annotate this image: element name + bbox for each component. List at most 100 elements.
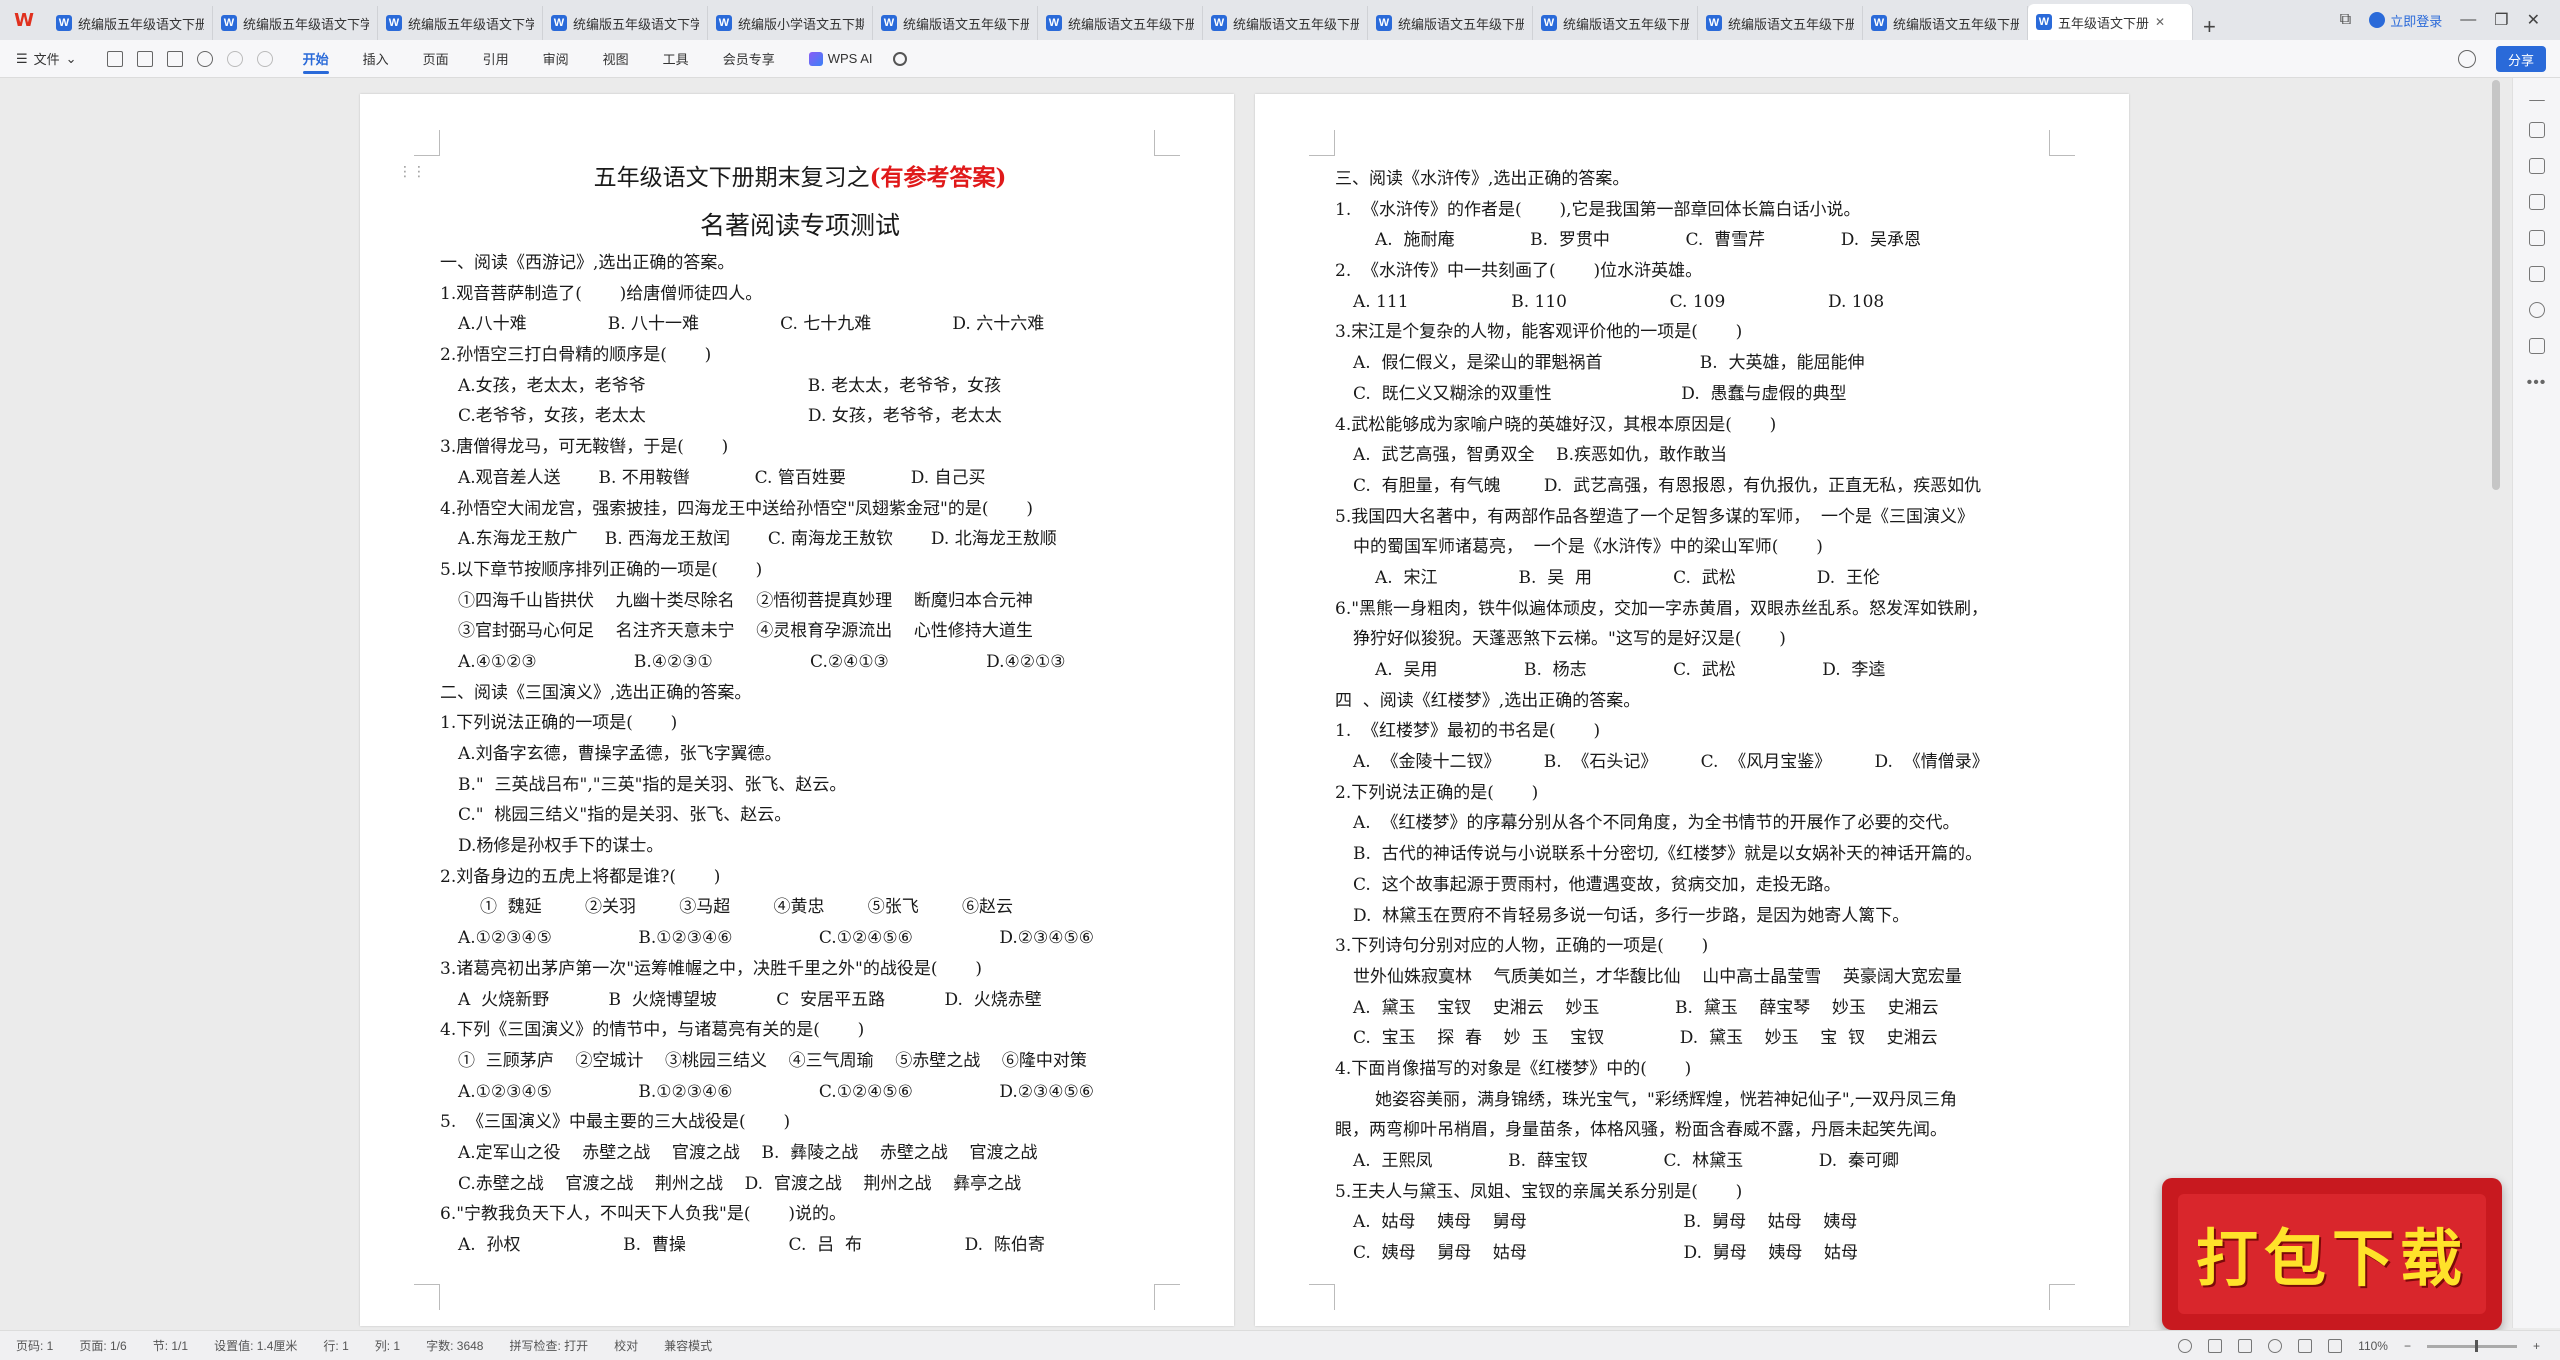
page2-content: 三、阅读《水浒传》,选出正确的答案。 1. 《水浒传》的作者是( ),它是我国第一…	[1335, 164, 2055, 1269]
document-line: 二、阅读《三国演义》,选出正确的答案。	[440, 682, 752, 703]
pointer-icon[interactable]	[2528, 158, 2545, 174]
style-icon[interactable]	[2528, 194, 2545, 210]
print-preview-icon[interactable]	[196, 50, 213, 67]
format-brush-icon[interactable]	[2528, 230, 2545, 246]
cloud-sync-icon[interactable]	[2458, 50, 2476, 68]
tab-bar: W W 统编版五年级语文下册 W 统编版五年级语文下学 W 统编版五年级语文下学 W 统编版五…	[0, 0, 2560, 40]
menu-tab[interactable]: 页面	[423, 41, 449, 76]
document-line: C. 既仁义又糊涂的双重性 D. 愚蠢与虚假的典型	[1353, 383, 1847, 404]
writer-doc-icon: W	[1706, 15, 1722, 31]
status-item[interactable]: 拼写检查: 打开	[509, 1337, 588, 1354]
vertical-scrollbar[interactable]	[2492, 80, 2500, 490]
document-line: A. 假仁假义，是梁山的罪魁祸首 B. 大英雄，能屈能伸	[1353, 353, 1865, 374]
backup-icon[interactable]	[2528, 338, 2545, 354]
document-page-1[interactable]: ⋮⋮ 五年级语文下册期末复习之(有参考答案) 名著阅读专项测试 一、阅读《西游记…	[360, 94, 1234, 1326]
document-tab[interactable]: W 统编版语文五年级下册	[1698, 6, 1863, 40]
zoom-slider-thumb[interactable]	[2474, 1339, 2478, 1352]
document-tab[interactable]: W 统编版语文五年级下册	[873, 6, 1038, 40]
document-tab[interactable]: W 统编版五年级语文下学	[543, 6, 708, 40]
menu-tab[interactable]: 开始	[302, 41, 329, 76]
document-tab[interactable]: W 五年级语文下册 ✕	[2028, 4, 2193, 40]
page2-lines: 三、阅读《水浒传》,选出正确的答案。 1. 《水浒传》的作者是( ),它是我国第一…	[1335, 164, 2055, 1269]
zoom-in-icon[interactable]: +	[2533, 1339, 2540, 1353]
hamburger-icon: ☰	[16, 50, 28, 66]
login-button[interactable]: 立即登录	[2369, 11, 2442, 30]
status-item: 字数: 3648	[426, 1339, 484, 1353]
collapse-icon[interactable]	[2528, 100, 2545, 102]
wps-ai-button[interactable]: WPS AI	[808, 51, 873, 66]
status-item: 页面: 1/6	[79, 1339, 127, 1353]
export-pdf-icon[interactable]	[136, 50, 153, 67]
document-tabs: W 统编版五年级语文下册 W 统编版五年级语文下学 W 统编版五年级语文下学 W 统编版五年级…	[48, 0, 2193, 40]
document-line: A. 111 B. 110 C. 109 D. 108	[1353, 291, 1885, 312]
outline-view-icon[interactable]	[2238, 1339, 2253, 1353]
tab-label: 统编版五年级语文下学	[408, 16, 534, 32]
document-tab[interactable]: W 统编版小学语文五下期	[708, 6, 873, 40]
menu-tab[interactable]: 插入	[363, 41, 389, 76]
search-icon[interactable]	[892, 51, 907, 66]
new-tab-plus-icon[interactable]: +	[2193, 14, 2216, 40]
document-tab[interactable]: W 统编版语文五年级下册	[1533, 6, 1698, 40]
menu-tab[interactable]: 审阅	[543, 41, 569, 76]
document-line: 6."黑熊一身粗肉，铁牛似遍体顽皮，交加一字赤黄眉，双眼赤丝乱系。怒发浑如铁刷，	[1335, 598, 1989, 619]
zoom-level[interactable]: 110%	[2358, 1339, 2388, 1353]
menu-tab[interactable]: 会员专享	[723, 41, 775, 76]
margin-mark	[414, 130, 440, 156]
menu-tab[interactable]: 视图	[603, 41, 629, 76]
document-tab[interactable]: W 统编版语文五年级下册	[1038, 6, 1203, 40]
tab-label: 统编版五年级语文下学	[573, 16, 699, 32]
avatar-icon	[2369, 12, 2386, 28]
document-tab[interactable]: W 统编版语文五年级下册	[1863, 6, 2028, 40]
menu-tab[interactable]: 引用	[483, 41, 509, 76]
writer-doc-icon: W	[1871, 15, 1887, 31]
document-tab[interactable]: W 统编版语文五年级下册	[1203, 6, 1368, 40]
drag-handle-icon[interactable]: ⋮⋮	[398, 164, 426, 180]
save-icon[interactable]	[106, 50, 123, 67]
print-icon[interactable]	[166, 50, 183, 67]
document-line: D. 林黛玉在贾府不肯轻易多说一句话，多行一步路，是因为她寄人篱下。	[1353, 905, 1910, 926]
document-tab[interactable]: W 统编版五年级语文下学	[378, 6, 543, 40]
download-package-badge[interactable]: 打包下载	[2162, 1178, 2502, 1330]
writer-doc-icon: W	[1376, 15, 1392, 31]
document-tab[interactable]: W 统编版五年级语文下学	[213, 6, 378, 40]
zoom-out-icon[interactable]: −	[2404, 1339, 2411, 1353]
undo-icon[interactable]	[226, 50, 243, 67]
document-line: 2.孙悟空三打白骨精的顺序是( )	[440, 345, 712, 366]
tab-label: 统编版语文五年级下册	[1728, 16, 1854, 32]
menu-tab[interactable]: 工具	[663, 41, 689, 76]
document-line: A.①②③④⑤ B.①②③④⑥ C.①②④⑤⑥ D.②③④⑤⑥	[458, 928, 1094, 949]
document-line: A.刘备字玄德，曹操字孟德，张飞字翼德。	[458, 744, 782, 764]
document-line: A.④①②③ B.④②③① C.②④①③ D.④②①③	[458, 651, 1066, 672]
document-line: A.八十难 B. 八十一难 C. 七十九难 D. 六十六难	[458, 314, 1045, 335]
page-view-icon[interactable]	[2208, 1339, 2223, 1353]
help-icon[interactable]	[2528, 302, 2545, 318]
protect-eye-icon[interactable]	[2178, 1339, 2193, 1353]
document-line: 3.下列诗句分别对应的人物，正确的一项是( )	[1335, 936, 1709, 957]
minimize-icon[interactable]: —	[2460, 11, 2476, 29]
tools-icon[interactable]	[2528, 266, 2545, 282]
document-line: C.赤壁之战 官渡之战 荆州之战 D. 官渡之战 荆州之战 彝亭之战	[458, 1173, 1022, 1194]
zoom-slider[interactable]	[2426, 1339, 2517, 1352]
document-line: 世外仙姝寂寞林 气质美如兰，才华馥比仙 山中高士晶莹雪 英豪阔大宽宏量	[1353, 966, 1962, 987]
close-icon[interactable]: ✕	[2527, 10, 2540, 30]
edit-pen-icon[interactable]	[2528, 122, 2545, 138]
tab-list-icon[interactable]: ⧉	[2340, 11, 2351, 29]
restore-icon[interactable]: ❐	[2494, 10, 2508, 30]
wps-logo-icon[interactable]: W	[0, 0, 48, 40]
more-icon[interactable]: •••	[2527, 374, 2547, 392]
web-view-icon[interactable]	[2268, 1339, 2283, 1353]
document-line: A. 施耐庵 B. 罗贯中 C. 曹雪芹 D. 吴承恩	[1375, 230, 1921, 251]
writer-doc-icon: W	[56, 15, 72, 31]
file-menu-button[interactable]: ☰ 文件 ⌄	[16, 49, 77, 68]
share-button[interactable]: 分享	[2495, 46, 2546, 72]
document-tab[interactable]: W 统编版语文五年级下册	[1368, 6, 1533, 40]
play-icon[interactable]	[2298, 1339, 2313, 1353]
document-page-2[interactable]: 三、阅读《水浒传》,选出正确的答案。 1. 《水浒传》的作者是( ),它是我国第一…	[1255, 94, 2129, 1326]
redo-icon[interactable]	[256, 50, 273, 67]
document-tab[interactable]: W 统编版五年级语文下册	[48, 6, 213, 40]
document-line: 5.王夫人与黛玉、凤姐、宝钗的亲属关系分别是( )	[1335, 1181, 1743, 1202]
tab-close-icon[interactable]: ✕	[2155, 15, 2165, 29]
tab-label: 统编版五年级语文下册	[78, 16, 204, 32]
margin-mark	[2049, 130, 2075, 156]
fit-icon[interactable]	[2328, 1339, 2343, 1353]
